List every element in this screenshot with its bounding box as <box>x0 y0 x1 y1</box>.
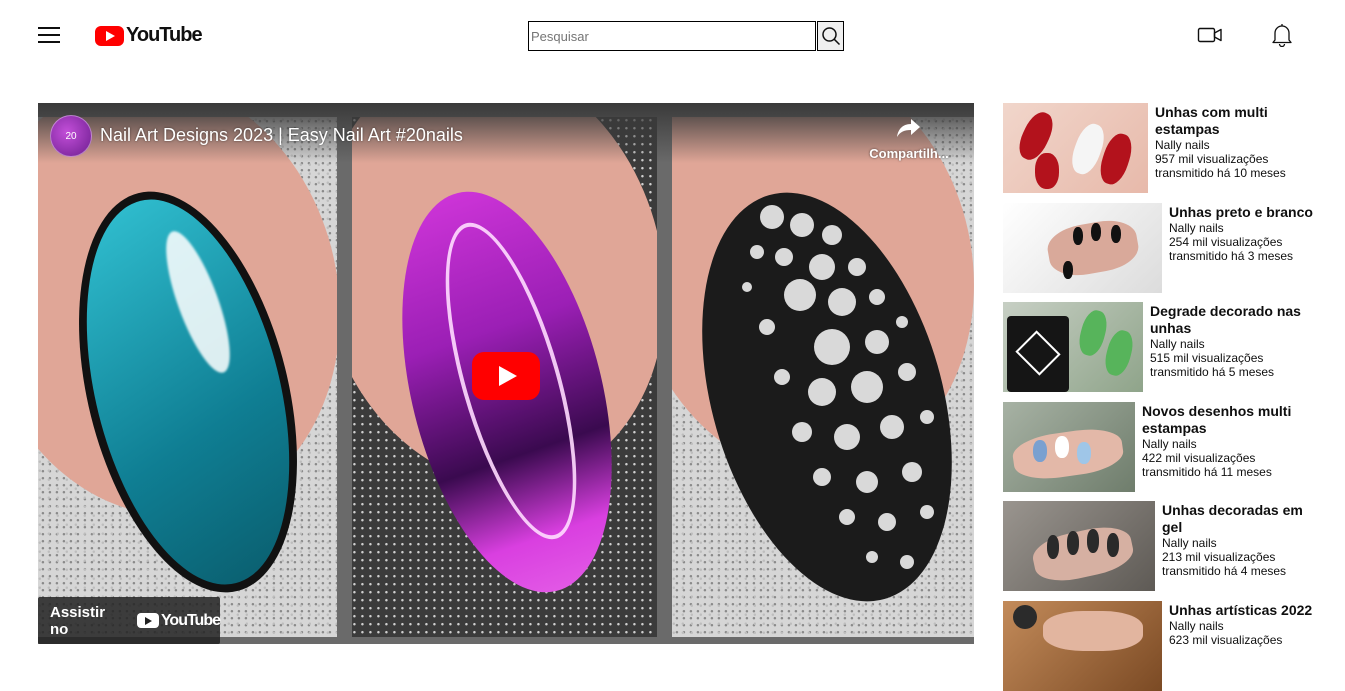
video-title[interactable]: Unhas artísticas 2022 <box>1169 602 1315 619</box>
share-button[interactable]: Compartilh... <box>864 117 954 161</box>
video-channel[interactable]: Nally nails <box>1155 138 1315 152</box>
video-thumbnail[interactable] <box>1003 203 1162 293</box>
share-icon <box>897 119 920 137</box>
video-camera-icon <box>1197 27 1222 43</box>
video-title[interactable]: Unhas decoradas em gel <box>1162 502 1315 536</box>
video-views: 254 mil visualizações <box>1169 235 1283 249</box>
youtube-logo[interactable]: YouTube <box>95 24 203 47</box>
logo-text: YouTube <box>126 24 203 46</box>
create-video-button[interactable] <box>1197 25 1223 50</box>
video-title[interactable]: Unhas preto e branco <box>1169 204 1315 221</box>
video-time: transmitido há 10 meses <box>1155 166 1286 180</box>
video-views: 515 mil visualizações <box>1150 351 1264 365</box>
video-player[interactable]: 20 Nail Art Designs 2023 | Easy Nail Art… <box>38 103 974 644</box>
video-time: transmitido há 3 meses <box>1169 249 1294 263</box>
video-thumbnail[interactable] <box>1003 103 1148 193</box>
video-title[interactable]: Novos desenhos multi estampas <box>1142 403 1315 437</box>
video-channel[interactable]: Nally nails <box>1169 619 1315 633</box>
video-channel[interactable]: Nally nails <box>1150 337 1315 351</box>
video-thumbnail[interactable] <box>1003 501 1155 591</box>
video-frame-dotted-nail <box>672 117 974 637</box>
share-label: Compartilh... <box>869 146 949 161</box>
video-title[interactable]: Unhas com multi estampas <box>1155 104 1315 138</box>
related-video-item[interactable]: Unhas artísticas 2022 Nally nails 623 mi… <box>1003 601 1315 691</box>
video-views: 213 mil visualizações <box>1162 550 1276 564</box>
search-input[interactable] <box>528 21 816 51</box>
notifications-button[interactable] <box>1271 23 1293 52</box>
watch-on-brand: YouTube <box>160 611 221 629</box>
video-title[interactable]: Nail Art Designs 2023 | Easy Nail Art #2… <box>100 125 463 146</box>
related-video-item[interactable]: Unhas preto e branco Nally nails 254 mil… <box>1003 203 1315 293</box>
bell-icon <box>1272 24 1292 48</box>
play-button[interactable] <box>472 352 540 400</box>
video-time: transmitido há 5 meses <box>1150 365 1275 379</box>
youtube-play-icon <box>137 613 159 628</box>
search-button[interactable] <box>817 21 844 51</box>
video-thumbnail[interactable] <box>1003 302 1143 392</box>
watch-on-label: Assistir no <box>50 603 106 638</box>
related-video-item[interactable]: Unhas decoradas em gel Nally nails 213 m… <box>1003 501 1315 591</box>
polka-dots-pattern <box>742 205 934 569</box>
channel-avatar-badge: 20 <box>65 130 77 142</box>
video-views: 422 mil visualizações <box>1142 451 1256 465</box>
video-thumbnail[interactable] <box>1003 402 1135 492</box>
video-views: 957 mil visualizações <box>1155 152 1269 166</box>
video-channel[interactable]: Nally nails <box>1162 536 1315 550</box>
menu-icon[interactable] <box>38 27 60 44</box>
video-time: transmitido há 4 meses <box>1162 564 1287 578</box>
related-video-item[interactable]: Novos desenhos multi estampas Nally nail… <box>1003 402 1315 492</box>
youtube-play-icon <box>95 25 124 46</box>
video-channel[interactable]: Nally nails <box>1169 221 1315 235</box>
search-icon <box>821 27 840 46</box>
video-channel[interactable]: Nally nails <box>1142 437 1315 451</box>
video-views: 623 mil visualizações <box>1169 633 1283 647</box>
video-time: transmitido há 11 meses <box>1142 465 1272 479</box>
related-video-item[interactable]: Degrade decorado nas unhas Nally nails 5… <box>1003 302 1315 392</box>
video-title[interactable]: Degrade decorado nas unhas <box>1150 303 1315 337</box>
watch-on-youtube-button[interactable]: Assistir no YouTube <box>38 597 221 644</box>
top-header: YouTube <box>0 0 1345 70</box>
video-frame-teal-nail <box>38 117 337 637</box>
channel-avatar[interactable]: 20 <box>50 115 92 157</box>
video-thumbnail[interactable] <box>1003 601 1162 691</box>
related-video-item[interactable]: Unhas com multi estampas Nally nails 957… <box>1003 103 1315 193</box>
